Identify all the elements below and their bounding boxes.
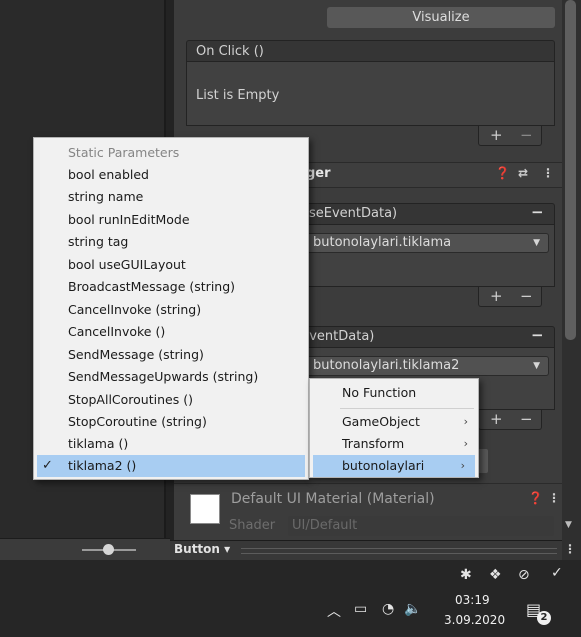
show-hidden-icons-icon[interactable]: ︿ [327, 601, 341, 621]
on-click-header: On Click () [186, 40, 555, 62]
list-empty-text: List is Empty [196, 88, 280, 103]
shader-label: Shader [229, 518, 276, 533]
chevron-right-icon: › [463, 437, 468, 450]
function-popup-menu: Static Parameters bool enabled string na… [33, 137, 309, 480]
wifi-icon[interactable]: ◔ [382, 601, 394, 617]
entry1-add-remove: + − [478, 287, 542, 307]
chevron-right-icon: › [463, 415, 468, 428]
defender-icon[interactable]: ✱ [460, 567, 472, 583]
menu-item[interactable]: CancelInvoke (string) [34, 299, 308, 321]
entry2-function-value: butonolaylari.tiklama2 [313, 358, 460, 373]
submenu-item-butonolaylari[interactable]: butonolaylari › [313, 455, 475, 477]
scrollbar-thumb[interactable] [565, 0, 576, 340]
scroll-down-arrow-icon[interactable]: ▼ [565, 520, 572, 530]
entry1-remove-button[interactable]: − [531, 203, 544, 221]
entry2-add-remove: + − [478, 410, 542, 430]
entry2-function-dropdown[interactable]: butonolaylari.tiklama2 ▼ [296, 356, 549, 376]
material-title: Default UI Material (Material) [231, 491, 435, 507]
menu-section-header: Static Parameters [68, 145, 180, 160]
menu-item[interactable]: string name [34, 186, 308, 208]
toolbar-more-icon[interactable]: ⋮ [564, 542, 576, 556]
submenu-item-label: butonolaylari [342, 458, 425, 473]
add-entry-button[interactable]: + [490, 410, 503, 428]
entry2-header: EventData) [296, 326, 555, 348]
shader-dropdown[interactable]: UI/Default [288, 516, 554, 536]
network-off-icon[interactable]: ⊘ [518, 567, 530, 583]
submenu-item-label: GameObject [342, 414, 420, 429]
menu-item[interactable]: StopAllCoroutines () [34, 389, 308, 411]
visualize-button[interactable]: Visualize [327, 7, 555, 28]
on-click-add-remove: + − [478, 126, 542, 146]
add-entry-button[interactable]: + [490, 287, 503, 305]
menu-item[interactable]: string tag [34, 231, 308, 253]
menu-item[interactable]: bool runInEditMode [34, 209, 308, 231]
submenu-separator [340, 408, 474, 409]
submenu-item-gameobject[interactable]: GameObject › [310, 411, 478, 433]
checkmark-icon: ✓ [42, 458, 53, 473]
entry1-header: seEventData) [296, 203, 555, 225]
preset-icon[interactable]: ⇄ [518, 166, 528, 180]
zoom-slider-knob[interactable] [103, 544, 114, 555]
menu-item-selected[interactable]: ✓ tiklama2 () [37, 455, 305, 477]
menu-item[interactable]: StopCoroutine (string) [34, 411, 308, 433]
submenu-item-no-function[interactable]: No Function [310, 382, 478, 404]
menu-item[interactable]: bool enabled [34, 164, 308, 186]
divider-line [241, 548, 557, 549]
menu-item-label: tiklama2 () [68, 458, 137, 473]
add-component-button[interactable]: Button ▾ [174, 542, 230, 556]
security-icon[interactable]: ❖ [489, 567, 502, 583]
dropdown-arrow-icon: ▼ [533, 238, 540, 248]
dropdown-arrow-icon: ▼ [533, 361, 540, 371]
help-icon[interactable]: ❓ [495, 166, 510, 180]
menu-item[interactable]: CancelInvoke () [34, 321, 308, 343]
event-trigger-title: ger [306, 166, 331, 181]
remove-listener-button[interactable]: − [520, 126, 533, 144]
battery-icon[interactable]: ▭ [354, 601, 367, 617]
clock-time[interactable]: 03:19 [455, 593, 490, 607]
remove-entry-button[interactable]: − [520, 287, 533, 305]
entry1-function-value: butonolaylari.tiklama [313, 235, 452, 250]
chevron-right-icon: › [460, 459, 465, 472]
material-help-icon[interactable]: ❓ [528, 491, 543, 505]
menu-item[interactable]: SendMessageUpwards (string) [34, 366, 308, 388]
status-check-icon[interactable]: ✓ [551, 565, 563, 581]
entry1-function-dropdown[interactable]: butonolaylari.tiklama ▼ [304, 233, 549, 253]
function-submenu: No Function GameObject › Transform › but… [309, 378, 479, 478]
menu-item[interactable]: tiklama () [34, 433, 308, 455]
divider-line [241, 553, 557, 554]
material-more-icon[interactable]: ⋮ [548, 491, 560, 505]
menu-item[interactable]: SendMessage (string) [34, 344, 308, 366]
notification-badge: 2 [537, 611, 551, 625]
menu-item[interactable]: bool useGUILayout [34, 254, 308, 276]
on-click-list: List is Empty [186, 62, 555, 126]
material-separator [174, 483, 562, 484]
clock-date[interactable]: 3.09.2020 [444, 613, 505, 627]
material-preview[interactable] [190, 494, 220, 524]
menu-item[interactable]: BroadcastMessage (string) [34, 276, 308, 298]
entry2-remove-button[interactable]: − [531, 326, 544, 344]
submenu-item-transform[interactable]: Transform › [310, 433, 478, 455]
submenu-item-label: Transform [342, 436, 405, 451]
shader-value: UI/Default [292, 518, 358, 533]
more-options-icon[interactable]: ⋮ [542, 166, 554, 180]
remove-entry-button[interactable]: − [520, 410, 533, 428]
add-listener-button[interactable]: + [490, 126, 503, 144]
volume-icon[interactable]: 🔈 [404, 601, 421, 617]
